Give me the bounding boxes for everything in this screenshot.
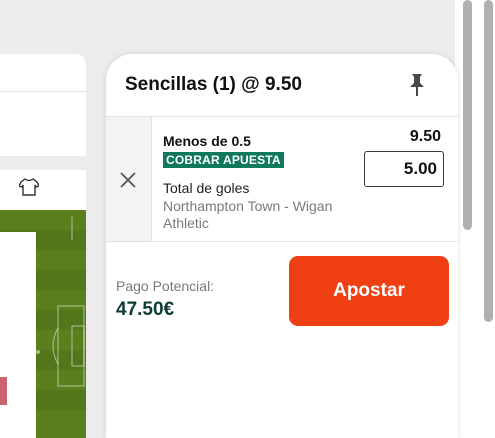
payout-label: Pago Potencial: (116, 278, 215, 294)
remove-selection-button[interactable] (106, 117, 152, 241)
bet-selection: Menos de 0.5 COBRAR APUESTA Total de gol… (106, 116, 458, 242)
background-card (0, 54, 86, 156)
match-lineup-panel (0, 170, 86, 438)
payout-value: 47.50€ (116, 299, 175, 320)
selection-odds: 9.50 (409, 128, 441, 145)
selection-name: Menos de 0.5 (163, 133, 251, 149)
lineup-list (0, 232, 36, 438)
page-scrollbar-thumb[interactable] (484, 0, 493, 322)
market-name: Total de goles (163, 180, 250, 196)
bet-slip-title: Sencillas (1) @ 9.50 (125, 74, 302, 95)
event-name: Northampton Town - Wigan Athletic (163, 198, 333, 231)
stake-input[interactable] (364, 151, 444, 187)
close-icon[interactable] (118, 170, 138, 190)
football-pitch (0, 210, 86, 438)
scrollbar-thumb[interactable] (463, 0, 472, 230)
place-bet-button[interactable]: Apostar (289, 256, 449, 326)
pin-icon[interactable] (406, 72, 428, 98)
divider (0, 91, 86, 92)
bet-slip-header: Sencillas (1) @ 9.50 (106, 54, 458, 116)
shirt-icon[interactable] (19, 178, 39, 196)
cashout-badge: COBRAR APUESTA (163, 152, 284, 168)
bet-slip: Sencillas (1) @ 9.50 Menos de 0.5 COBRAR… (106, 54, 458, 438)
player-marker (0, 377, 7, 405)
